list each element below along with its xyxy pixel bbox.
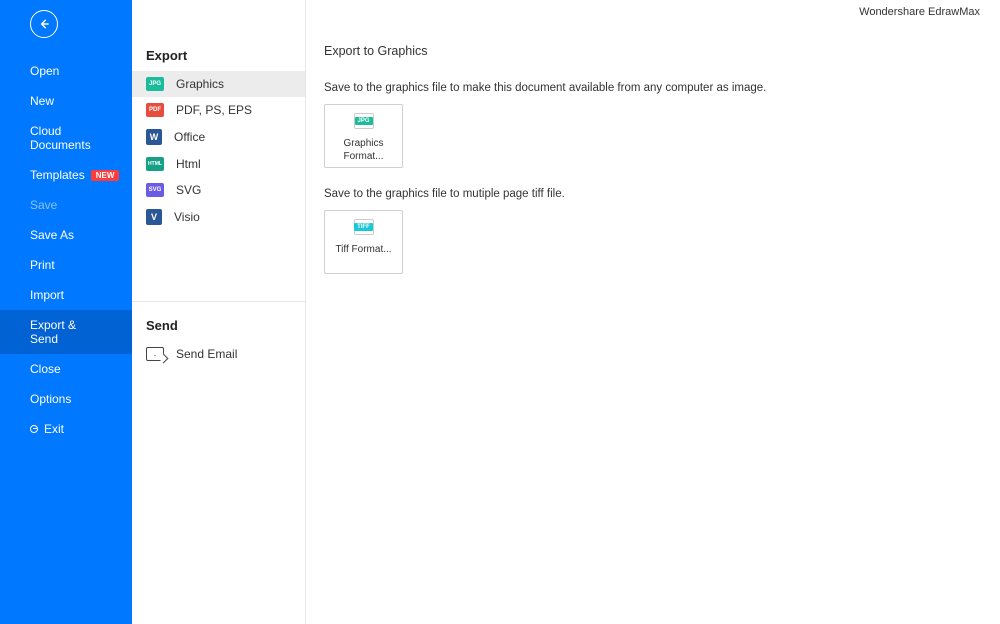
nav-options[interactable]: Options [0, 384, 132, 414]
card-tiff-icon: TIFF [354, 219, 374, 235]
nav-save-as[interactable]: Save As [0, 220, 132, 250]
nav-print[interactable]: Print [0, 250, 132, 280]
tiff-description: Save to the graphics file to mutiple pag… [324, 188, 982, 200]
new-badge: NEW [91, 170, 120, 181]
nav-export-send[interactable]: Export & Send [0, 310, 132, 354]
email-icon [146, 347, 164, 361]
back-arrow-icon [37, 17, 51, 31]
export-visio[interactable]: V Visio [132, 203, 305, 231]
nav-templates[interactable]: TemplatesNEW [0, 160, 132, 190]
nav-cloud-documents[interactable]: Cloud Documents [0, 116, 132, 160]
pdf-icon: PDF [146, 103, 164, 117]
svg-icon: SVG [146, 183, 164, 197]
export-header: Export [132, 44, 305, 71]
export-graphics[interactable]: JPG Graphics [132, 71, 305, 97]
send-header: Send [132, 314, 305, 341]
nav-new[interactable]: New [0, 86, 132, 116]
visio-icon: V [146, 209, 162, 225]
tiff-format-card[interactable]: TIFF Tiff Format... [324, 210, 403, 274]
export-office[interactable]: W Office [132, 123, 305, 151]
export-panel: Wondershare EdrawMax Export to Graphics … [306, 0, 1000, 624]
nav-close[interactable]: Close [0, 354, 132, 384]
nav-import[interactable]: Import [0, 280, 132, 310]
nav-exit[interactable]: Exit [0, 414, 132, 444]
export-svg[interactable]: SVG SVG [132, 177, 305, 203]
html-icon: HTML [146, 157, 164, 171]
jpg-icon: JPG [146, 77, 164, 91]
graphics-format-card[interactable]: JPG Graphics Format... [324, 104, 403, 168]
export-types-column: Export JPG Graphics PDF PDF, PS, EPS W O… [132, 0, 306, 624]
nav-save[interactable]: Save [0, 190, 132, 220]
export-html[interactable]: HTML Html [132, 151, 305, 177]
panel-title: Export to Graphics [324, 44, 982, 58]
send-email[interactable]: Send Email [132, 341, 305, 367]
app-title: Wondershare EdrawMax [859, 6, 980, 18]
nav-open[interactable]: Open [0, 56, 132, 86]
back-button[interactable] [30, 10, 58, 38]
export-pdf[interactable]: PDF PDF, PS, EPS [132, 97, 305, 123]
graphics-description: Save to the graphics file to make this d… [324, 82, 982, 94]
word-icon: W [146, 129, 162, 145]
exit-icon [30, 425, 38, 433]
divider [132, 301, 305, 314]
file-menu-sidebar: Open New Cloud Documents TemplatesNEW Sa… [0, 0, 132, 624]
card-jpg-icon: JPG [354, 113, 374, 129]
